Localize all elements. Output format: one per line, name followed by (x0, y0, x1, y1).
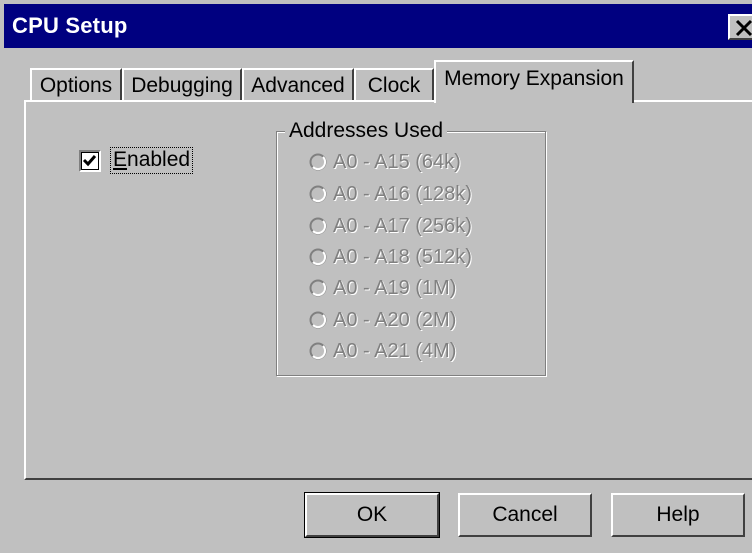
ok-button[interactable]: OK (304, 492, 440, 538)
tab-clock-label: Clock (367, 74, 421, 97)
radio-icon (309, 311, 327, 329)
radio-label: A0 - A16 (128k) (333, 183, 472, 205)
tab-options-label: Options (39, 74, 113, 97)
radio-label: A0 - A18 (512k) (333, 246, 472, 268)
radio-label: A0 - A17 (256k) (333, 215, 472, 237)
addresses-used-group: Addresses Used A0 - A15 (64k) A0 - A16 (… (276, 119, 546, 376)
tab-advanced[interactable]: Advanced (242, 68, 354, 102)
cpu-setup-dialog: CPU Setup Options Debugging Advanced Clo… (0, 0, 752, 553)
radio-label: A0 - A19 (1M) (333, 277, 457, 299)
close-icon (735, 19, 752, 37)
radio-icon (309, 342, 327, 360)
tab-clock[interactable]: Clock (354, 68, 434, 102)
radio-icon (309, 185, 327, 203)
radio-icon (309, 153, 327, 171)
radio-label: A0 - A20 (2M) (333, 309, 457, 331)
radio-icon (309, 279, 327, 297)
tab-advanced-label: Advanced (251, 74, 345, 97)
radio-label: A0 - A21 (4M) (333, 340, 457, 362)
radio-icon (309, 248, 327, 266)
tab-memory-expansion-label: Memory Expansion (444, 67, 624, 90)
tab-memory-expansion[interactable]: Memory Expansion (434, 60, 634, 103)
tab-debugging-label: Debugging (131, 74, 233, 97)
cancel-button[interactable]: Cancel (458, 493, 592, 537)
radio-icon (309, 217, 327, 235)
help-button[interactable]: Help (611, 493, 745, 537)
title-bar[interactable]: CPU Setup (4, 4, 752, 48)
radio-label: A0 - A15 (64k) (333, 151, 461, 173)
tab-debugging[interactable]: Debugging (122, 68, 242, 102)
addresses-used-title: Addresses Used (285, 119, 448, 143)
tab-options[interactable]: Options (30, 68, 122, 102)
close-button[interactable] (728, 14, 752, 40)
window-title: CPU Setup (12, 13, 128, 38)
